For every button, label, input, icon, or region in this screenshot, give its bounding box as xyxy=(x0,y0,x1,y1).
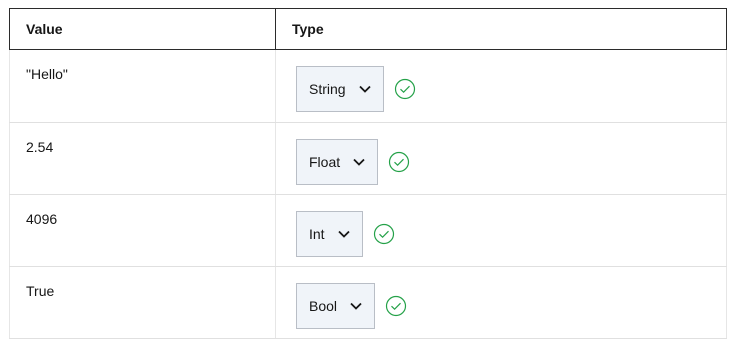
type-select-dropdown[interactable]: Int xyxy=(296,211,363,257)
type-select-dropdown[interactable]: Float xyxy=(296,139,379,185)
header-type: Type xyxy=(275,8,727,50)
type-select-value: Bool xyxy=(309,298,338,314)
data-table-container: Value Type "Hello" String 2.54 Float 409… xyxy=(9,8,727,339)
type-select-dropdown[interactable]: Bool xyxy=(296,283,376,329)
value-cell: True xyxy=(9,266,276,339)
table-row: "Hello" String xyxy=(9,49,727,123)
table-row: 4096 Int xyxy=(9,194,727,267)
check-circle-icon xyxy=(388,151,410,173)
type-cell: Float xyxy=(275,122,727,195)
value-type-table: Value Type "Hello" String 2.54 Float 409… xyxy=(9,8,727,339)
type-cell: String xyxy=(275,49,727,123)
type-cell: Bool xyxy=(275,266,727,339)
chevron-down-icon xyxy=(337,230,350,238)
type-select-value: Int xyxy=(309,226,325,242)
table-row: 2.54 Float xyxy=(9,122,727,195)
table-header-row: Value Type xyxy=(9,8,727,50)
type-select-dropdown[interactable]: String xyxy=(296,66,384,112)
check-circle-icon xyxy=(385,295,407,317)
value-cell: 2.54 xyxy=(9,122,276,195)
header-value: Value xyxy=(9,8,276,50)
table-row: True Bool xyxy=(9,266,727,339)
type-cell: Int xyxy=(275,194,727,267)
type-select-value: String xyxy=(309,81,346,97)
check-circle-icon xyxy=(394,78,416,100)
check-circle-icon xyxy=(373,223,395,245)
type-select-value: Float xyxy=(309,154,341,170)
chevron-down-icon xyxy=(358,85,371,93)
chevron-down-icon xyxy=(353,158,365,166)
value-cell: 4096 xyxy=(9,194,276,267)
value-cell: "Hello" xyxy=(9,49,276,123)
chevron-down-icon xyxy=(350,302,362,310)
